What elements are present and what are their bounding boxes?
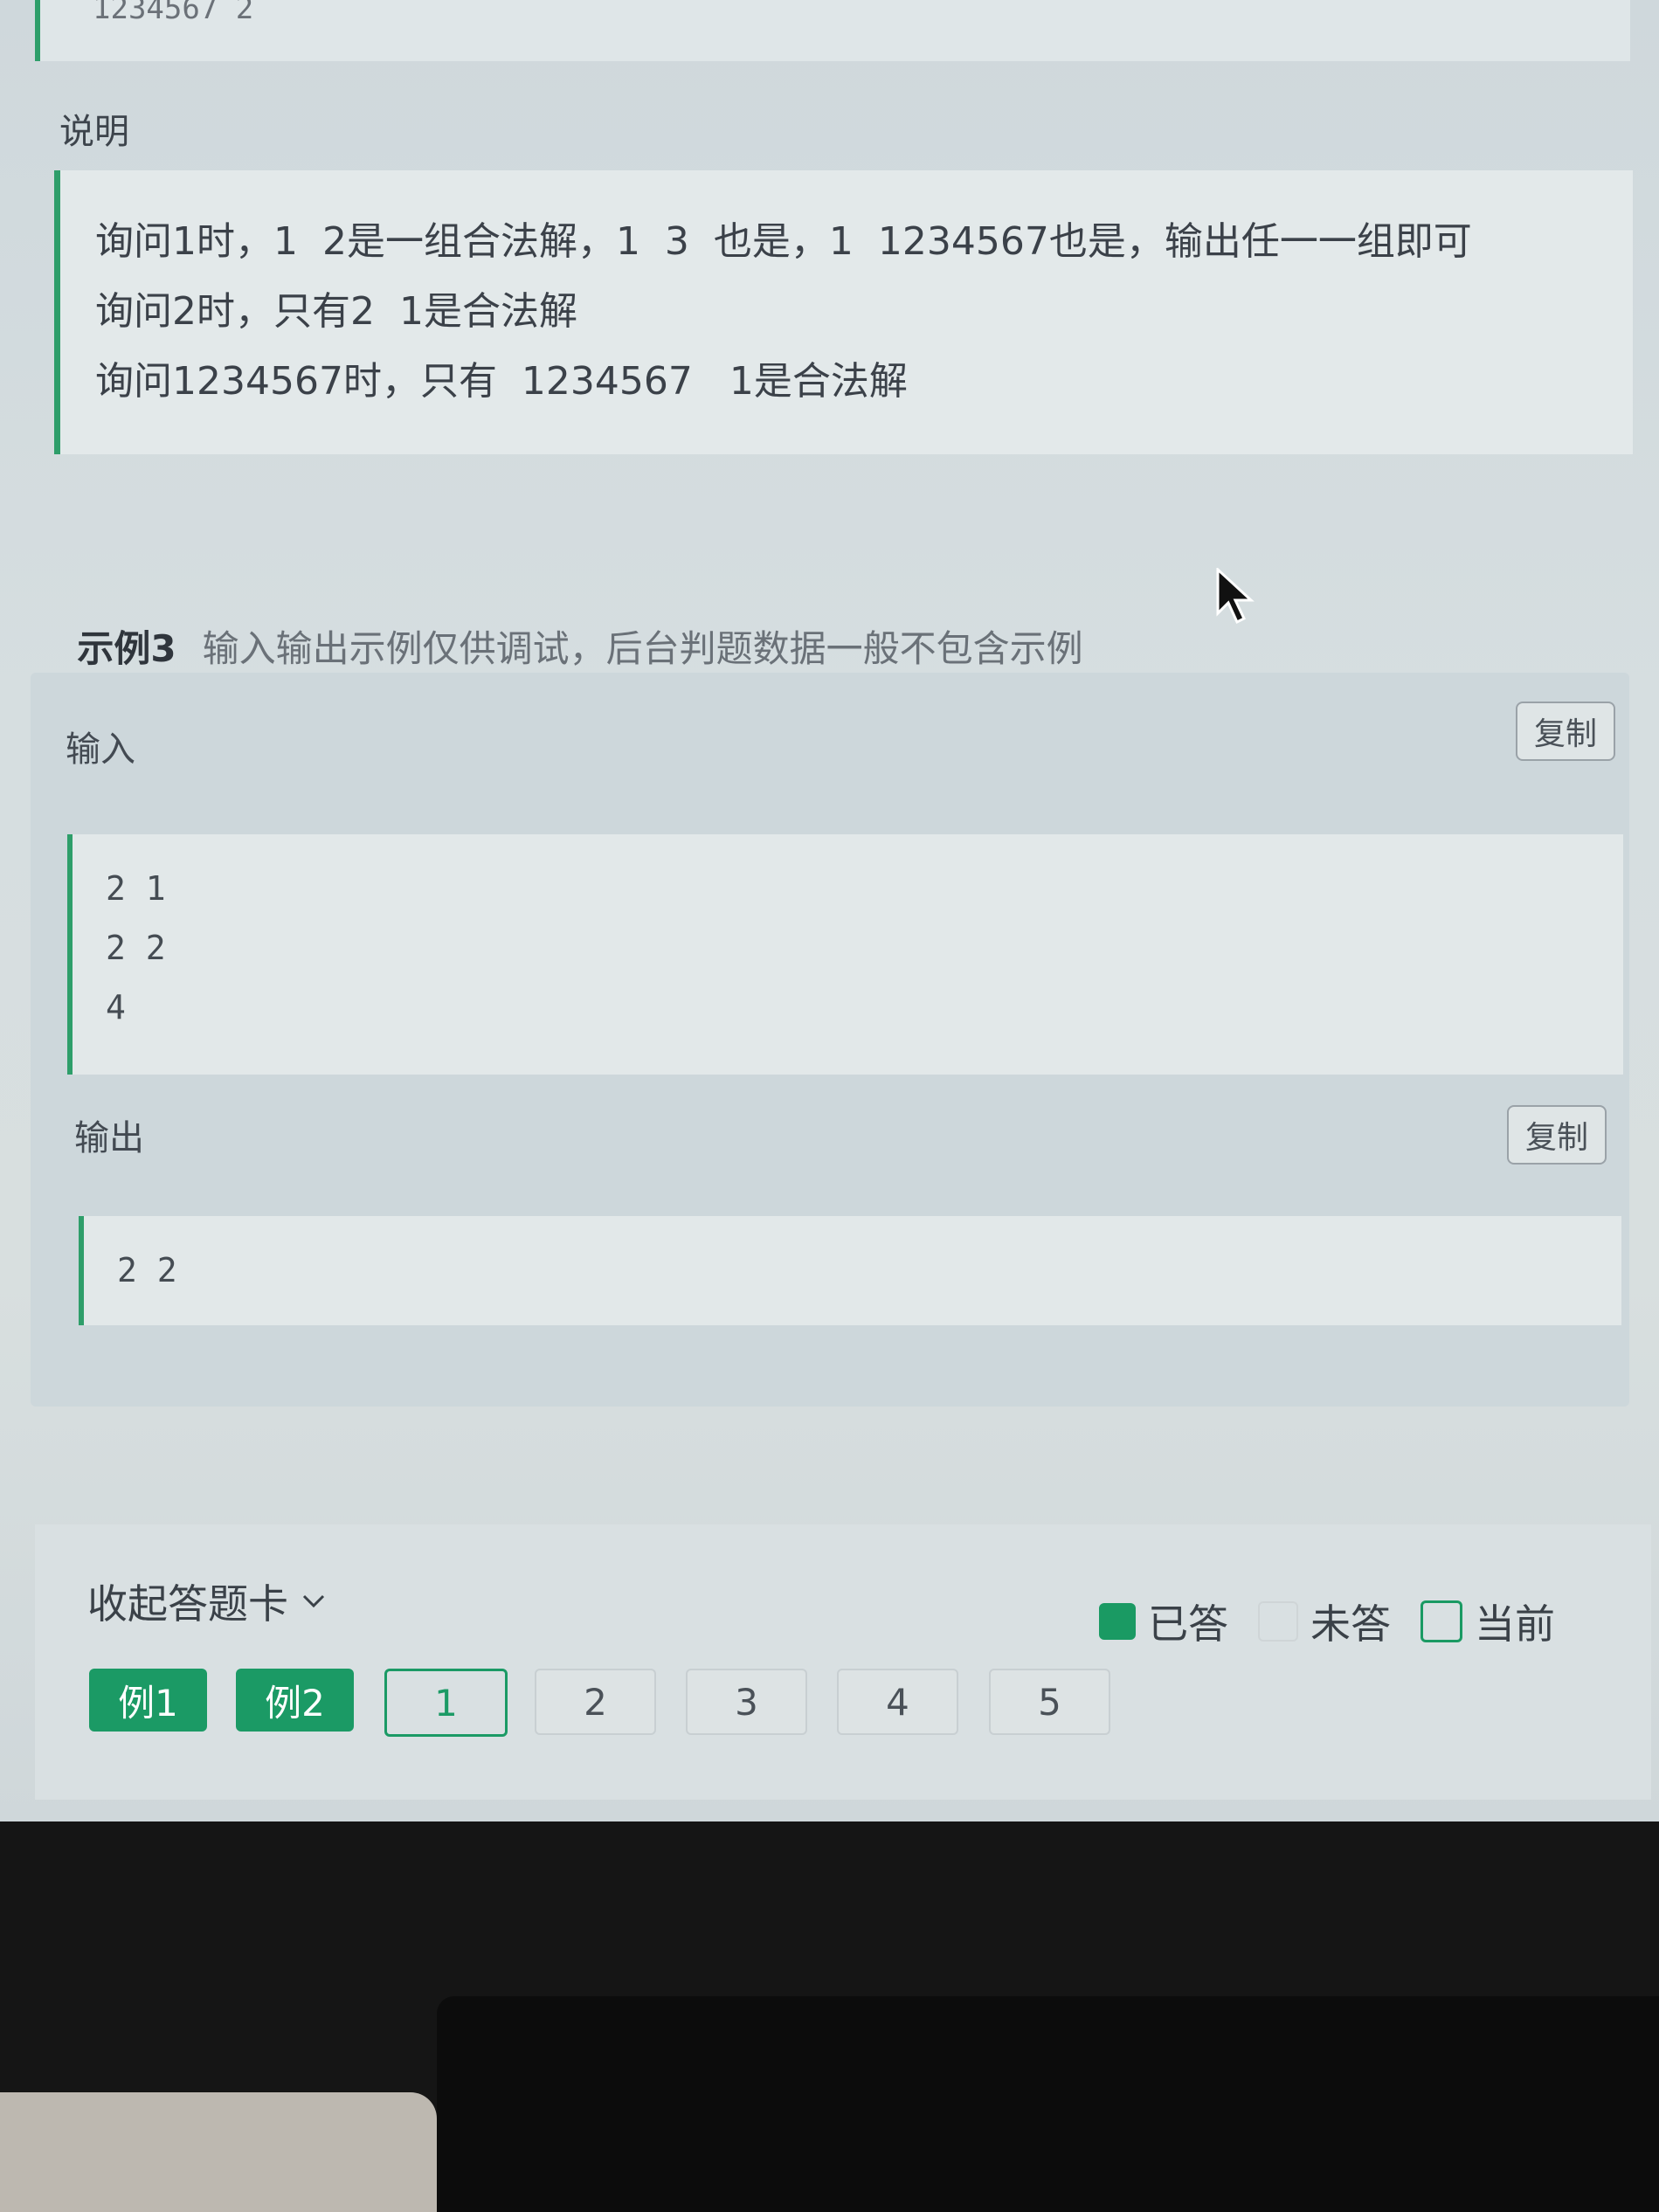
legend-answered: 已答 xyxy=(1099,1593,1228,1650)
answer-legend: 已答 未答 当前 xyxy=(1082,1593,1555,1650)
legend-answered-label: 已答 xyxy=(1148,1600,1228,1648)
question-button-1[interactable]: 1 xyxy=(384,1669,508,1737)
question-button-example-1[interactable]: 例1 xyxy=(89,1669,207,1732)
input-label: 输入 xyxy=(66,729,135,770)
explanation-line-3: 询问1234567时，只有 1234567 1是合法解 xyxy=(95,359,908,404)
explanation-line-1: 询问1时，1 2是一组合法解，1 3 也是，1 1234567也是，输出任一一组… xyxy=(95,219,1472,264)
example-hint: 输入输出示例仅供调试，后台判题数据一般不包含示例 xyxy=(202,627,1083,670)
answer-card: 收起答题卡 已答 未答 当前 例1 例2 1 2 3 4 5 xyxy=(35,1524,1651,1800)
input-line-2: 2 2 xyxy=(106,929,166,967)
question-button-2[interactable]: 2 xyxy=(535,1669,656,1735)
keyboard-edge xyxy=(437,1996,1659,2212)
laptop-bezel xyxy=(0,1821,1659,2212)
copy-output-button[interactable]: 复制 xyxy=(1507,1105,1607,1165)
question-button-4[interactable]: 4 xyxy=(837,1669,958,1735)
collapse-answer-card[interactable]: 收起答题卡 xyxy=(87,1573,327,1630)
mouse-pointer-icon xyxy=(1216,568,1255,625)
chevron-down-icon xyxy=(302,1594,325,1608)
output-code-box: 2 2 xyxy=(79,1216,1621,1325)
explanation-line-2: 询问2时，只有2 1是合法解 xyxy=(95,289,577,334)
previous-code-text: 1234567 2 xyxy=(93,0,254,26)
legend-current-label: 当前 xyxy=(1475,1600,1555,1648)
unanswered-swatch-icon xyxy=(1258,1601,1298,1642)
explanation-label: 说明 xyxy=(59,112,129,152)
input-line-3: 4 xyxy=(106,988,126,1027)
output-label: 输出 xyxy=(74,1118,144,1158)
desk-surface xyxy=(0,2092,437,2212)
legend-current: 当前 xyxy=(1421,1593,1555,1650)
collapse-label: 收起答题卡 xyxy=(87,1580,288,1628)
output-line-1: 2 2 xyxy=(117,1251,177,1289)
input-code-box: 2 1 2 2 4 xyxy=(67,834,1623,1075)
example-card: 输入 复制 2 1 2 2 4 输出 复制 2 2 xyxy=(31,673,1629,1407)
answered-swatch-icon xyxy=(1099,1603,1136,1640)
legend-unanswered: 未答 xyxy=(1258,1593,1391,1650)
question-button-5[interactable]: 5 xyxy=(989,1669,1110,1735)
input-line-1: 2 1 xyxy=(106,869,166,908)
explanation-block: 询问1时，1 2是一组合法解，1 3 也是，1 1234567也是，输出任一一组… xyxy=(54,170,1633,454)
previous-code-block: 1234567 2 xyxy=(35,0,1630,61)
question-button-example-2[interactable]: 例2 xyxy=(236,1669,354,1732)
legend-unanswered-label: 未答 xyxy=(1310,1600,1391,1648)
question-button-3[interactable]: 3 xyxy=(686,1669,807,1735)
example-title: 示例3 xyxy=(77,627,176,670)
copy-input-button[interactable]: 复制 xyxy=(1516,702,1615,761)
screen: 1234567 2 说明 询问1时，1 2是一组合法解，1 3 也是，1 123… xyxy=(0,0,1659,1821)
current-swatch-icon xyxy=(1421,1600,1462,1642)
